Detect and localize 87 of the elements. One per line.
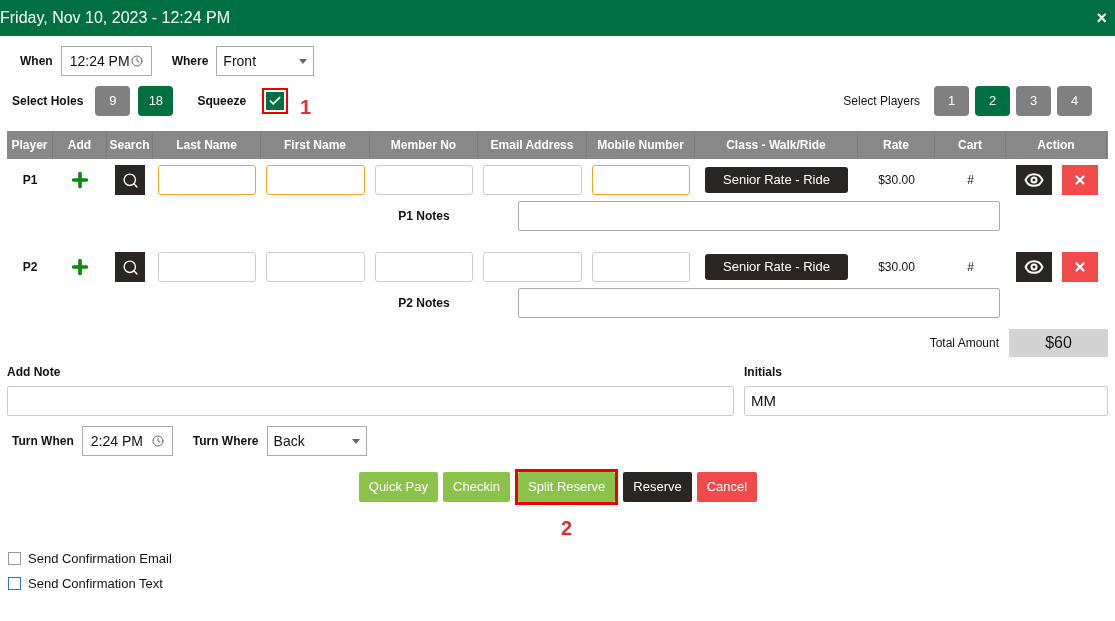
select-holes-label: Select Holes xyxy=(12,93,84,110)
view-button[interactable] xyxy=(1015,252,1052,282)
text-field[interactable] xyxy=(592,252,690,282)
text-field[interactable] xyxy=(592,165,690,195)
text-field[interactable] xyxy=(158,165,256,195)
search-icon xyxy=(121,171,139,189)
checkbox-label: Send Confirmation Text xyxy=(28,574,163,593)
search-button[interactable] xyxy=(115,252,145,282)
clock-icon xyxy=(151,435,164,447)
search-button[interactable] xyxy=(115,165,145,195)
delete-button[interactable] xyxy=(1061,165,1098,195)
when-label: When xyxy=(20,53,53,70)
dropdown[interactable]: Back xyxy=(266,426,367,456)
dropdown[interactable]: Front xyxy=(216,46,315,76)
players-option[interactable]: 2 xyxy=(975,86,1010,116)
select-players-label: Select Players xyxy=(843,93,920,110)
callout-number: 2 xyxy=(561,516,573,541)
turn-where-label: Turn Where xyxy=(192,433,259,450)
add-note-label: Add Note xyxy=(7,364,62,381)
class-button[interactable]: Senior Rate - Ride xyxy=(705,167,848,193)
action-button[interactable]: Reserve xyxy=(623,472,692,502)
checkbox-label: Send Confirmation Email xyxy=(28,550,172,568)
class-button[interactable]: Senior Rate - Ride xyxy=(705,254,848,280)
notes-label: P1 Notes xyxy=(398,208,450,225)
column-header: Search xyxy=(109,137,150,154)
column-header: Add xyxy=(67,137,92,154)
text-field[interactable] xyxy=(483,165,582,195)
checkbox[interactable] xyxy=(8,552,21,566)
window-title: Friday, Nov 10, 2023 - 12:24 PM xyxy=(0,8,231,28)
rate-value: $30.00 xyxy=(878,259,915,276)
column-header: Cart xyxy=(958,137,982,154)
where-label: Where xyxy=(171,53,209,70)
caret-icon xyxy=(351,438,360,444)
notes-field[interactable] xyxy=(518,288,1000,318)
close-icon xyxy=(1072,173,1087,187)
text-field[interactable] xyxy=(375,165,473,195)
notes-field[interactable] xyxy=(518,201,1000,231)
cart-value: # xyxy=(967,259,974,276)
column-header: Mobile Number xyxy=(597,137,684,154)
text-field[interactable] xyxy=(375,252,473,282)
column-header: Player xyxy=(11,137,48,154)
delete-button[interactable] xyxy=(1061,252,1098,282)
text-field[interactable] xyxy=(158,252,256,282)
column-header: Last Name xyxy=(176,137,237,154)
squeeze-checkbox[interactable] xyxy=(266,92,285,110)
close-icon xyxy=(1072,260,1087,274)
add-icon[interactable] xyxy=(69,256,91,278)
time-field[interactable]: 2:24 PM xyxy=(81,426,173,456)
time-field[interactable]: 12:24 PM xyxy=(60,46,152,76)
column-header: Member No xyxy=(390,137,457,154)
squeeze-label: Squeeze xyxy=(197,93,247,110)
action-button[interactable]: Cancel xyxy=(696,472,758,502)
column-header: First Name xyxy=(284,137,346,154)
callout-number: 1 xyxy=(300,95,312,120)
initials-label: Initials xyxy=(744,364,783,381)
total-amount-value: $60 xyxy=(1009,329,1108,357)
column-header: Action xyxy=(1037,137,1075,154)
notes-label: P2 Notes xyxy=(398,295,450,312)
add-note-field[interactable] xyxy=(7,386,734,416)
holes-option[interactable]: 9 xyxy=(95,86,131,116)
initials-field[interactable]: MM xyxy=(744,386,1108,416)
players-option[interactable]: 1 xyxy=(934,86,969,116)
checkbox[interactable] xyxy=(8,576,21,590)
eye-icon xyxy=(1023,257,1044,277)
add-icon[interactable] xyxy=(69,169,91,191)
eye-icon xyxy=(1023,170,1044,190)
close-button[interactable]: × xyxy=(1096,4,1107,32)
players-option[interactable]: 3 xyxy=(1016,86,1051,116)
text-field[interactable] xyxy=(266,165,365,195)
player-label: P1 xyxy=(22,172,38,189)
total-amount-label: Total Amount xyxy=(929,335,999,352)
rate-value: $30.00 xyxy=(878,172,915,189)
search-icon xyxy=(121,258,139,276)
text-field[interactable] xyxy=(266,252,365,282)
clock-icon xyxy=(130,55,143,67)
player-label: P2 xyxy=(22,259,38,276)
column-header: Class - Walk/Ride xyxy=(726,137,826,154)
text-field[interactable] xyxy=(483,252,582,282)
players-option[interactable]: 4 xyxy=(1057,86,1092,116)
turn-when-label: Turn When xyxy=(12,433,74,450)
holes-option[interactable]: 18 xyxy=(138,86,174,116)
column-header: Rate xyxy=(883,137,909,154)
view-button[interactable] xyxy=(1015,165,1052,195)
column-header: Email Address xyxy=(490,137,574,154)
caret-icon xyxy=(299,58,308,64)
check-icon xyxy=(268,94,283,108)
cart-value: # xyxy=(967,172,974,189)
